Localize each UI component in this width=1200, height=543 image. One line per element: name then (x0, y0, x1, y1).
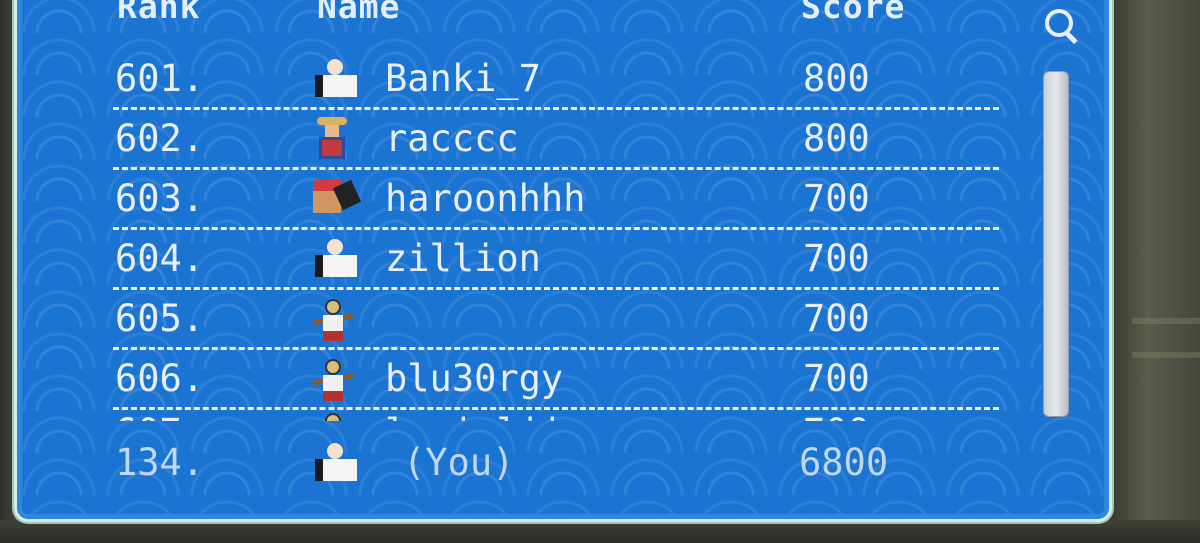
worker-avatar-icon (309, 411, 357, 421)
leaderboard-row[interactable]: 603. haroonhhh 700 (17, 169, 1017, 230)
search-handle (1064, 30, 1078, 45)
leaderboard-row[interactable]: 605. 700 (17, 289, 1017, 350)
leaderboard-row[interactable]: 602. racccc 800 (17, 109, 1017, 170)
leaderboard-row[interactable]: 601. Banki_7 800 (17, 49, 1017, 110)
desk-stripe (1132, 318, 1200, 324)
scrollbar-track[interactable] (1043, 71, 1069, 417)
row-score: 800 (803, 57, 870, 100)
row-player-name: zillion (385, 237, 541, 280)
row-rank: 604. (115, 237, 205, 280)
old-man-avatar-icon (309, 237, 357, 281)
leaderboard-panel: Rank Name Score 601. Banki_7 800 602. ra… (14, 0, 1112, 522)
leaderboard-row[interactable]: 606. blu30rgy 700 (17, 349, 1017, 410)
you-label: (You) (403, 441, 515, 484)
worker-avatar-icon (309, 357, 357, 401)
row-player-name: blu30rgy (385, 357, 564, 400)
row-rank: 605. (115, 297, 205, 340)
search-icon[interactable] (1043, 7, 1083, 47)
leaderboard-row[interactable]: 607. lonicliimo 700 (17, 403, 1017, 421)
row-player-name: Banki_7 (385, 57, 541, 100)
row-rank: 602. (115, 117, 205, 160)
desk-background-bottom (0, 520, 1200, 543)
row-score: 800 (803, 117, 870, 160)
row-player-name: haroonhhh (385, 177, 586, 220)
row-rank: 601. (115, 57, 205, 100)
farmer-avatar-icon (309, 117, 357, 161)
row-score: 700 (803, 411, 870, 421)
leaderboard-list[interactable]: 601. Banki_7 800 602. racccc 800 603. ha… (17, 0, 1017, 421)
old-man-avatar-icon (309, 441, 357, 485)
row-player-name: lonicliimo (385, 411, 608, 421)
you-score: 6800 (799, 441, 889, 484)
row-score: 700 (803, 237, 870, 280)
row-rank: 606. (115, 357, 205, 400)
old-man-avatar-icon (309, 57, 357, 101)
leaderboard-row[interactable]: 604. zillion 700 (17, 229, 1017, 290)
row-score: 700 (803, 297, 870, 340)
row-score: 700 (803, 177, 870, 220)
desk-stripe (1132, 352, 1200, 358)
current-player-row[interactable]: 134. (You) 6800 (17, 441, 1017, 491)
cap-boy-avatar-icon (309, 177, 362, 221)
row-player-name: racccc (385, 117, 519, 160)
scrollbar-thumb[interactable] (1043, 71, 1069, 417)
desk-background-right (1112, 0, 1200, 543)
row-rank: 607. (115, 411, 204, 421)
you-rank: 134. (115, 441, 205, 484)
worker-avatar-icon (309, 297, 357, 341)
row-rank: 603. (115, 177, 205, 220)
row-score: 700 (803, 357, 870, 400)
